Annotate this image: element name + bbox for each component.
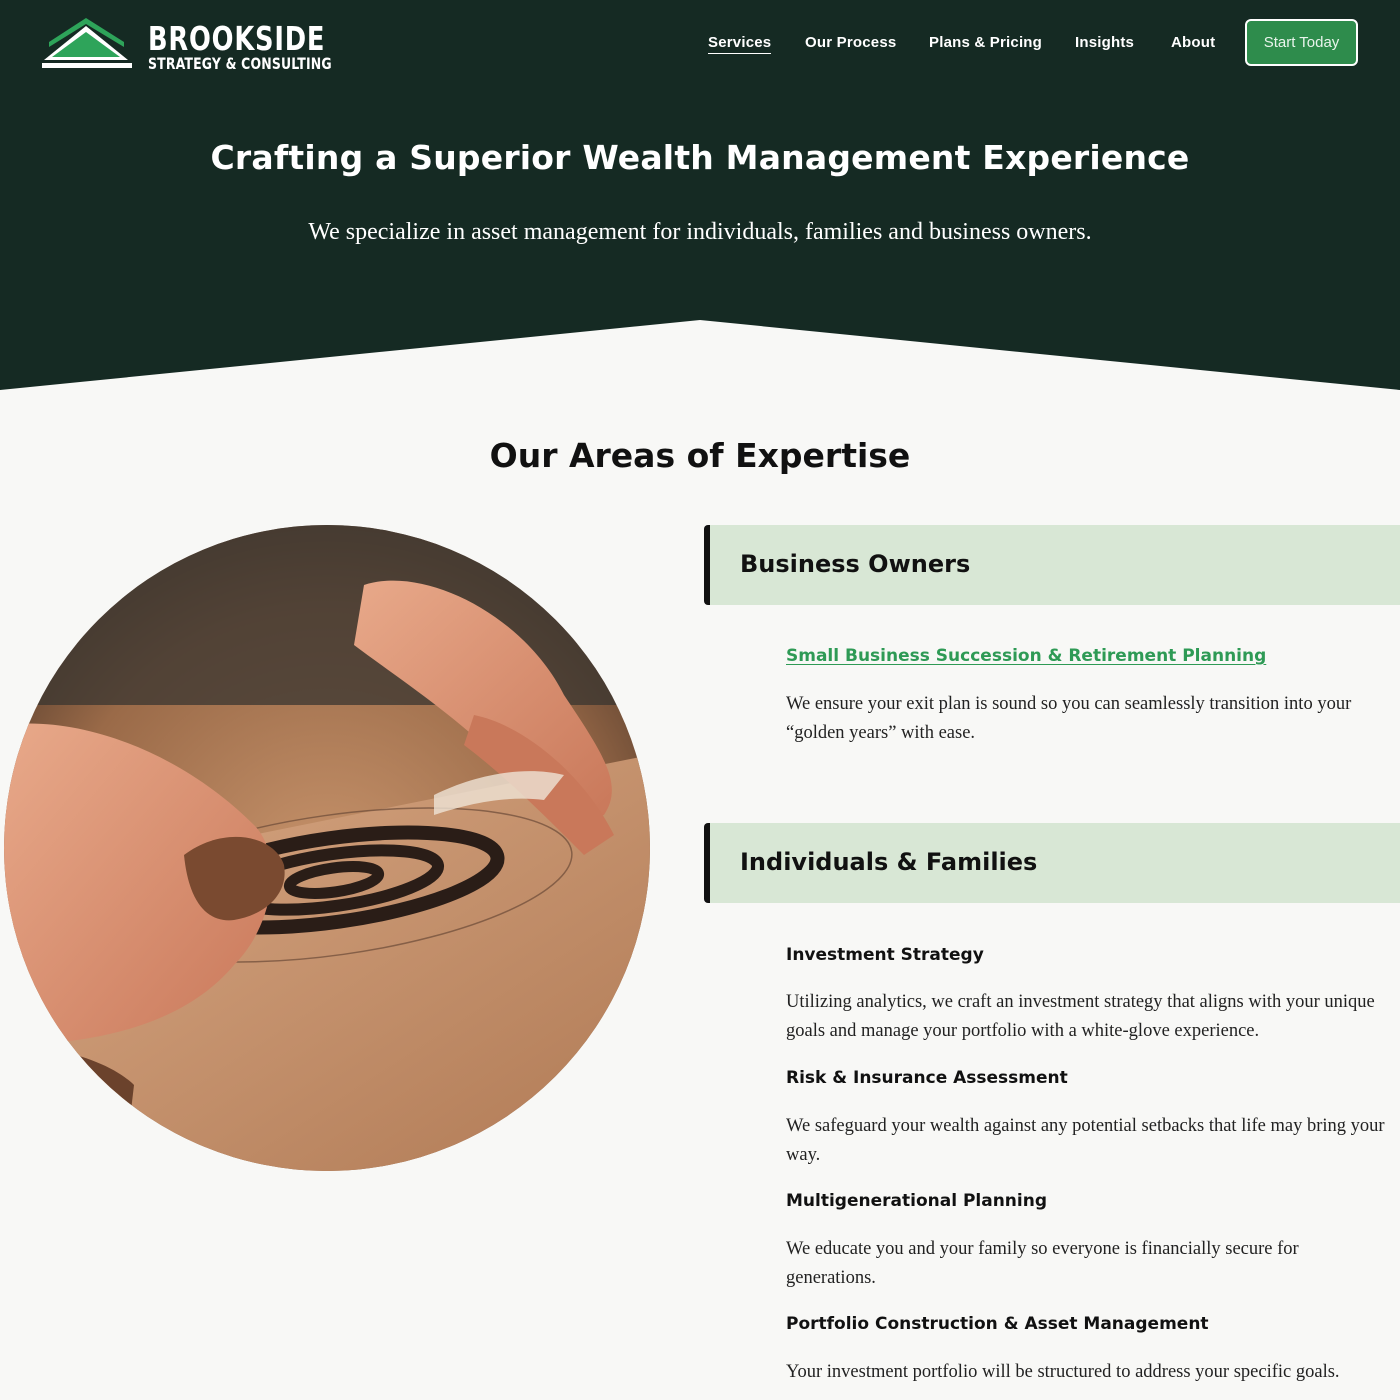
succession-planning-description: We ensure your exit plan is sound so you… — [786, 694, 1352, 743]
investment-strategy-description: Utilizing analytics, we craft an investm… — [786, 992, 1375, 1041]
multigenerational-planning-title: Multigenerational Planning — [786, 1191, 1048, 1211]
hands-carving-wood-target-photo — [4, 525, 650, 1171]
individuals-families-heading: Individuals & Families — [740, 848, 1038, 876]
business-owners-band: Business Owners — [704, 525, 1400, 605]
hero-title: Crafting a Superior Wealth Management Ex… — [210, 138, 1190, 177]
start-today-button[interactable]: Start Today — [1245, 19, 1358, 66]
nav-about[interactable]: About — [1171, 34, 1215, 52]
nav-plans-pricing[interactable]: Plans & Pricing — [929, 34, 1042, 52]
portfolio-construction-description: Your investment portfolio will be struct… — [786, 1362, 1340, 1382]
individuals-families-band: Individuals & Families — [704, 823, 1400, 903]
portfolio-construction-title: Portfolio Construction & Asset Managemen… — [786, 1314, 1209, 1334]
brand-name: BROOKSIDE — [148, 19, 326, 58]
succession-planning-link[interactable]: Small Business Succession & Retirement P… — [786, 646, 1266, 666]
hero-subtitle: We specialize in asset management for in… — [308, 219, 1092, 245]
risk-insurance-description: We safeguard your wealth against any pot… — [786, 1116, 1385, 1165]
multigenerational-planning-description: We educate you and your family so everyo… — [786, 1239, 1299, 1288]
business-owners-heading: Business Owners — [740, 550, 971, 578]
photo-illustration — [4, 525, 650, 1171]
brand-tagline: STRATEGY & CONSULTING — [148, 54, 332, 73]
investment-strategy-title: Investment Strategy — [786, 945, 984, 965]
expertise-title: Our Areas of Expertise — [489, 436, 911, 475]
nav-our-process[interactable]: Our Process — [805, 34, 896, 52]
nav-insights[interactable]: Insights — [1075, 34, 1134, 52]
brand-logo[interactable]: BROOKSIDE STRATEGY & CONSULTING — [40, 16, 332, 76]
mountain-roof-icon — [42, 18, 132, 68]
nav-services[interactable]: Services — [708, 34, 772, 54]
risk-insurance-title: Risk & Insurance Assessment — [786, 1068, 1068, 1088]
